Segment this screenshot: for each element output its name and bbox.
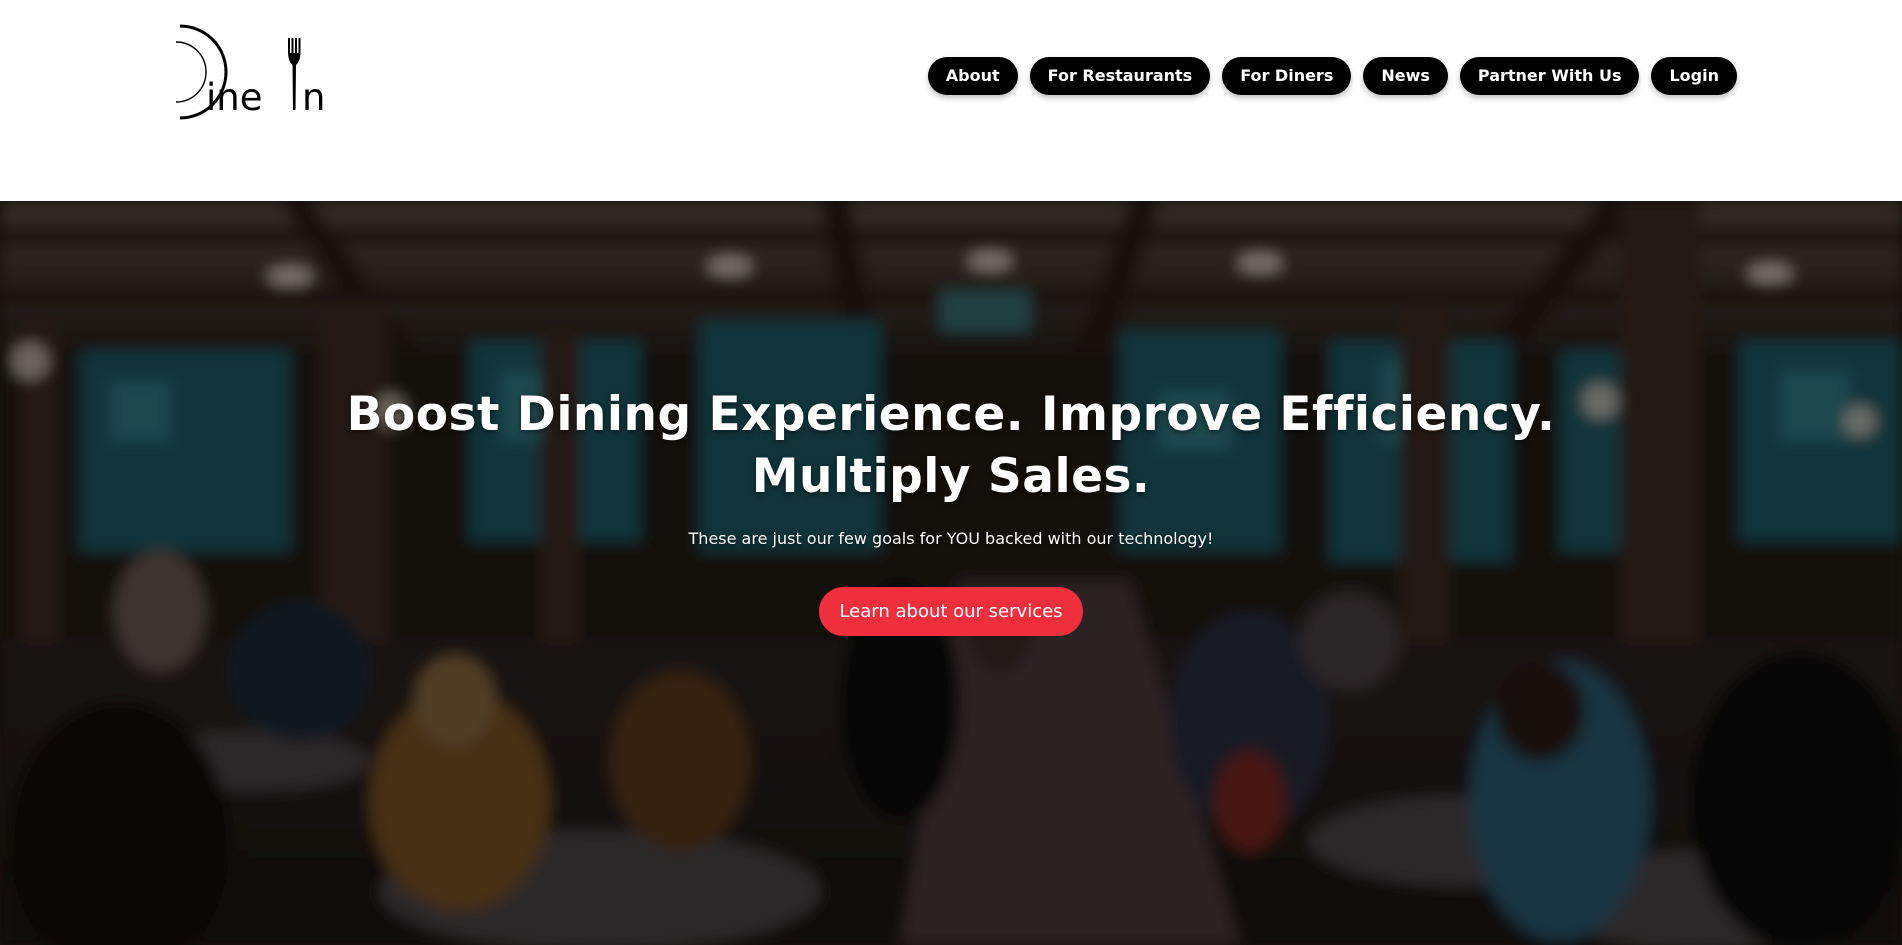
brand-logo[interactable]: ine n xyxy=(172,24,332,124)
hero-section: Boost Dining Experience. Improve Efficie… xyxy=(0,201,1902,945)
hero-headline: Boost Dining Experience. Improve Efficie… xyxy=(0,201,1902,508)
nav-for-diners-button[interactable]: For Diners xyxy=(1222,57,1352,95)
plate-fork-icon: ine n xyxy=(175,24,325,120)
nav-about-button[interactable]: About xyxy=(927,57,1018,95)
svg-text:n: n xyxy=(302,76,325,119)
nav-login-button[interactable]: Login xyxy=(1651,57,1737,95)
learn-services-button[interactable]: Learn about our services xyxy=(819,587,1083,636)
site-header: ine n About For Restaurants For Diners N… xyxy=(0,0,1902,201)
main-nav: About For Restaurants For Diners News Pa… xyxy=(927,57,1737,95)
svg-text:ine: ine xyxy=(206,76,263,119)
nav-partner-button[interactable]: Partner With Us xyxy=(1459,57,1640,95)
hero-subheadline: These are just our few goals for YOU bac… xyxy=(688,529,1214,548)
hero-content: Boost Dining Experience. Improve Efficie… xyxy=(0,201,1902,636)
nav-news-button[interactable]: News xyxy=(1363,57,1448,95)
hero-headline-line-1: Boost Dining Experience. Improve Efficie… xyxy=(346,387,1556,442)
nav-for-restaurants-button[interactable]: For Restaurants xyxy=(1029,57,1211,95)
hero-headline-line-2: Multiply Sales. xyxy=(751,449,1151,504)
